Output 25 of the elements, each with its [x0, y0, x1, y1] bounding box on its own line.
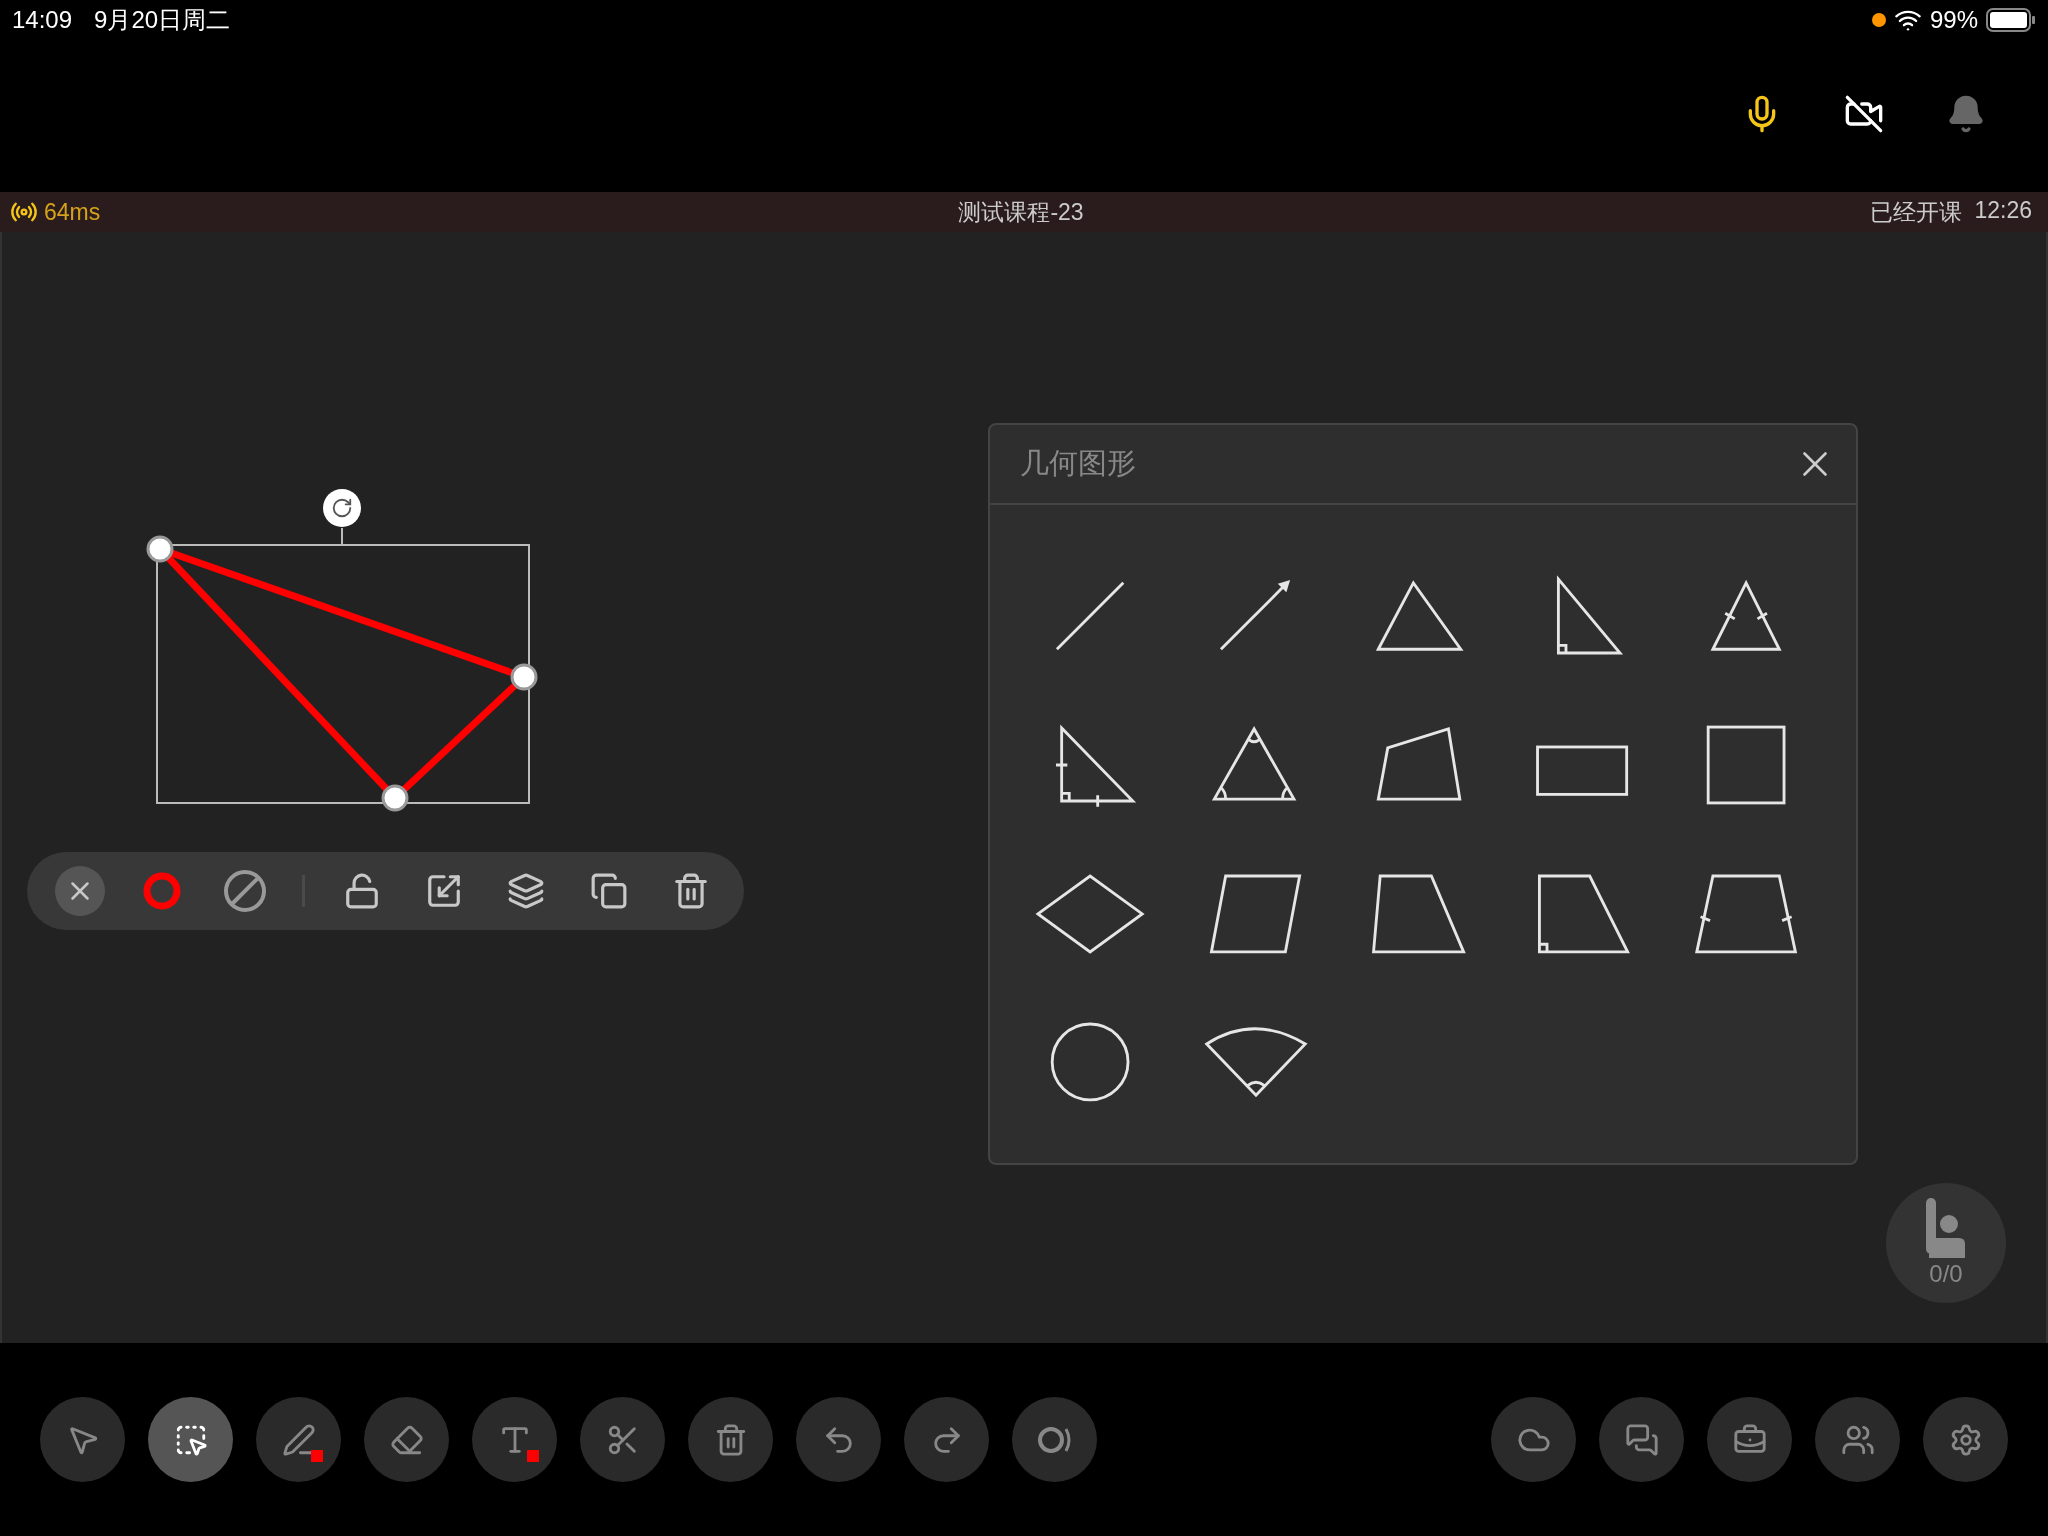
no-fill-icon	[222, 869, 267, 913]
unlock-icon	[343, 872, 381, 910]
pen-icon	[281, 1422, 316, 1457]
camera-off-icon	[1844, 94, 1884, 134]
recording-dot-icon	[1871, 13, 1886, 27]
bell-icon	[1946, 94, 1986, 134]
date-text: 9月20日周二	[94, 5, 231, 35]
class-status: 已经开课	[1870, 197, 1963, 227]
clock-time: 14:09	[12, 6, 73, 34]
whiteboard-canvas[interactable]: 几何图形 0/0	[0, 232, 2048, 1343]
circle-arc-icon	[1036, 1424, 1073, 1455]
rotate-handle[interactable]	[323, 489, 361, 527]
elapsed-time: 12:26	[1974, 196, 2032, 225]
battery-percent: 99%	[1929, 6, 1978, 34]
chat-bubbles-icon	[1624, 1422, 1659, 1457]
latency-text: 64ms	[44, 198, 101, 226]
raised-hand-person-icon	[1925, 1198, 1967, 1258]
raise-hand-button[interactable]: 0/0	[1886, 1183, 2006, 1303]
selected-triangle-drawing[interactable]	[146, 535, 538, 812]
battery-icon	[1986, 8, 2036, 32]
close-button[interactable]	[55, 866, 106, 916]
class-title: 测试课程-23	[958, 197, 1084, 227]
copy-icon	[589, 872, 628, 910]
layers-icon	[507, 872, 546, 910]
panel-title: 几何图形	[1020, 446, 1136, 481]
